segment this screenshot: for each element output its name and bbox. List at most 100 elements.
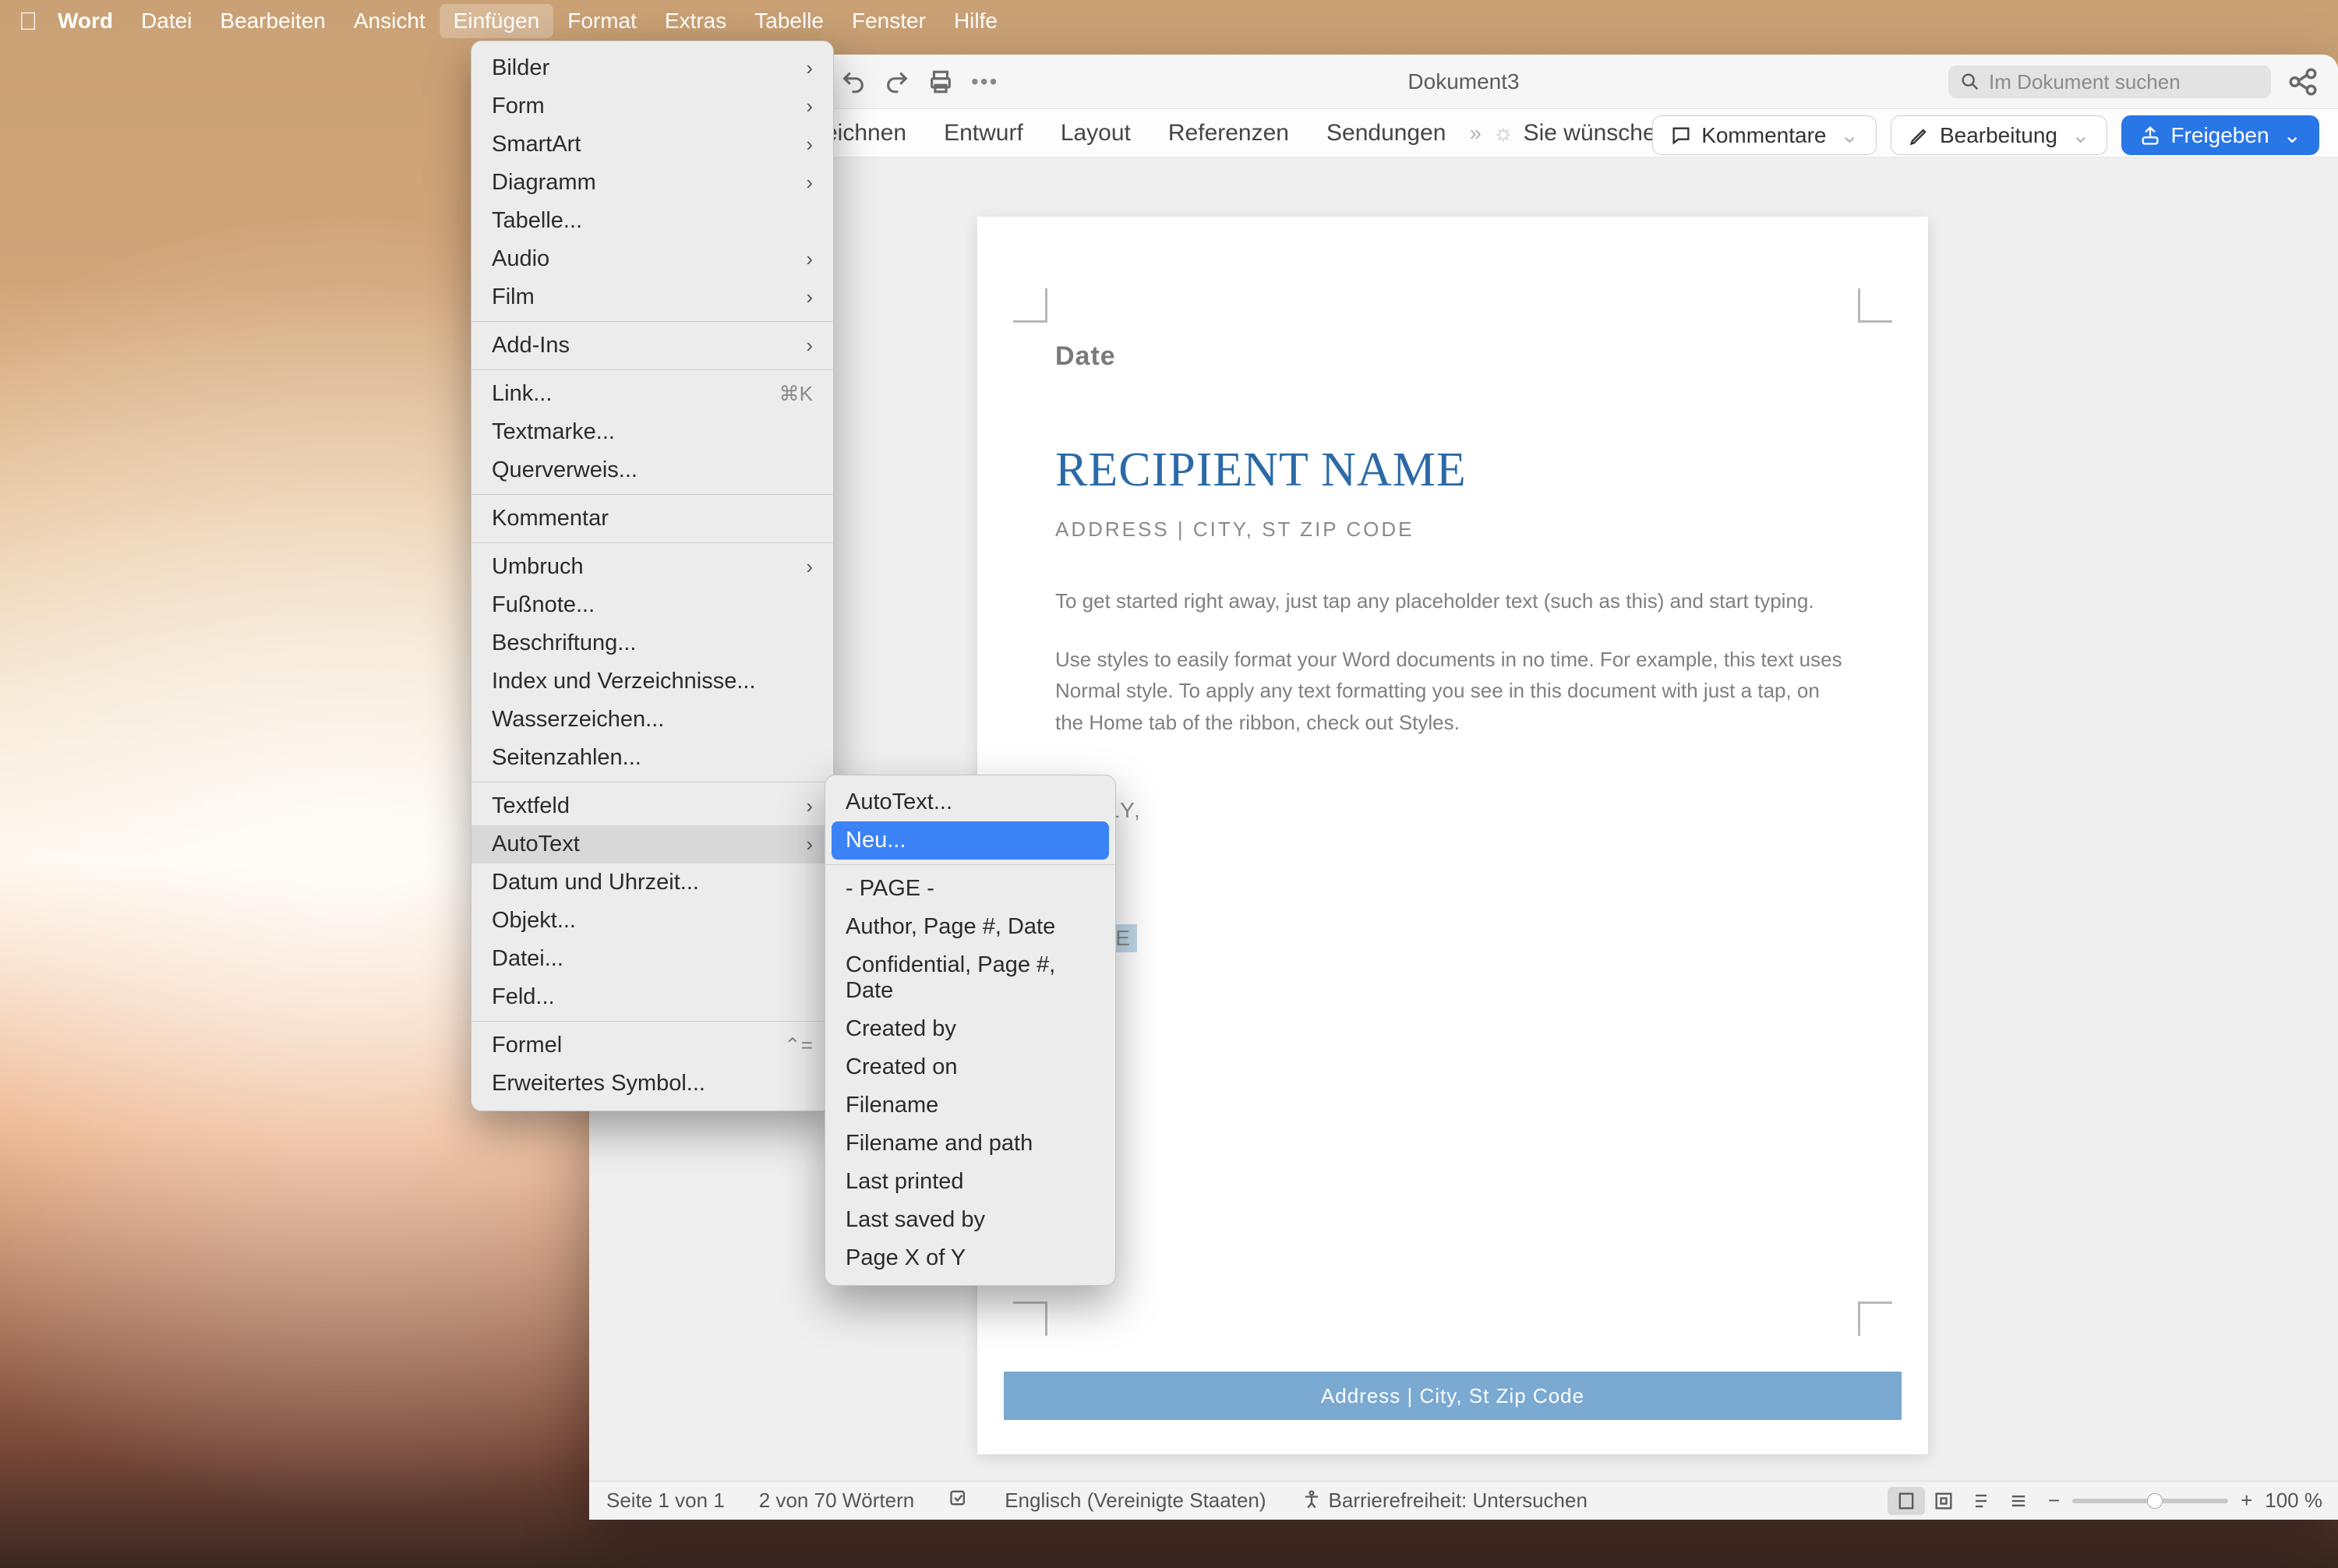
menu-item[interactable]: Confidential, Page #, Date [825,946,1115,1010]
menu-item[interactable]: Last printed [825,1163,1115,1201]
menu-ansicht[interactable]: Ansicht [340,4,440,38]
menu-item[interactable]: Filename and path [825,1125,1115,1163]
menu-shortcut: ⌘K [779,382,813,406]
app-menu[interactable]: Word [44,4,127,38]
menu-item-label: Objekt... [492,908,576,934]
tab-sendungen[interactable]: Sendungen [1308,112,1465,154]
sharepane-icon[interactable] [2287,65,2319,98]
menu-item[interactable]: Filename [825,1086,1115,1125]
menu-item[interactable]: Beschriftung... [471,624,833,662]
view-focus-icon[interactable] [1925,1487,1962,1515]
doc-recipient[interactable]: RECIPIENT NAME [1055,443,1467,498]
crop-mark [1013,1301,1047,1336]
menu-item-label: Author, Page #, Date [846,914,1055,940]
zoom-value[interactable]: 100 % [2265,1489,2322,1513]
menu-item[interactable]: Textfeld› [471,787,833,825]
menu-format[interactable]: Format [553,4,651,38]
document-page[interactable]: Date RECIPIENT NAME ADDRESS | CITY, ST Z… [977,217,1928,1454]
menu-item[interactable]: Querverweis... [471,451,833,489]
menu-item[interactable]: Page X of Y [825,1239,1115,1277]
menu-item[interactable]: Created on [825,1048,1115,1086]
submenu-arrow-icon: › [806,247,813,271]
menu-item-label: Erweitertes Symbol... [492,1071,705,1097]
menu-item[interactable]: Last saved by [825,1201,1115,1239]
comments-button[interactable]: Kommentare ⌄ [1652,115,1877,155]
view-web-icon[interactable] [1962,1487,2000,1515]
menu-extras[interactable]: Extras [651,4,740,38]
menu-item[interactable]: - PAGE - [825,870,1115,908]
menu-item-label: Wasserzeichen... [492,707,664,733]
search-input[interactable]: Im Dokument suchen [1948,65,2271,98]
doc-paragraph[interactable]: Use styles to easily format your Word do… [1055,644,1850,738]
zoom-thumb[interactable] [2147,1493,2163,1509]
status-bar: Seite 1 von 1 2 von 70 Wörtern Englisch … [589,1481,2338,1520]
menu-item[interactable]: Formel⌃= [471,1026,833,1065]
menu-item[interactable]: Form› [471,87,833,125]
tell-me[interactable]: ☼Sie wünschen [1492,120,1669,147]
menu-item-label: Seitenzahlen... [492,745,641,771]
zoom-out-button[interactable]: − [2048,1489,2060,1513]
status-words[interactable]: 2 von 70 Wörtern [742,1489,931,1513]
menu-item-label: Textmarke... [492,419,615,445]
menu-item[interactable]: SmartArt› [471,125,833,164]
tabs-overflow-icon[interactable]: » [1470,121,1482,146]
status-accessibility[interactable]: Barrierefreiheit: Untersuchen [1284,1489,1605,1513]
menu-item[interactable]: Seitenzahlen... [471,739,833,777]
menu-tabelle[interactable]: Tabelle [740,4,838,38]
menu-item[interactable]: AutoText› [471,825,833,863]
menu-item-label: Add-Ins [492,333,570,358]
menu-fenster[interactable]: Fenster [838,4,940,38]
menu-item[interactable]: Author, Page #, Date [825,908,1115,946]
menu-bearbeiten[interactable]: Bearbeiten [206,4,339,38]
doc-date[interactable]: Date [1055,341,1116,372]
menu-item[interactable]: Diagramm› [471,164,833,202]
menu-item[interactable]: Kommentar [471,500,833,538]
menu-item[interactable]: Film› [471,278,833,316]
menu-item[interactable]: Fußnote... [471,586,833,624]
zoom-in-button[interactable]: + [2241,1489,2252,1513]
status-spellcheck-icon[interactable] [931,1487,987,1514]
status-language[interactable]: Englisch (Vereinigte Staaten) [987,1489,1283,1513]
tab-referenzen[interactable]: Referenzen [1150,112,1308,154]
menu-item[interactable]: Tabelle... [471,202,833,240]
search-placeholder: Im Dokument suchen [1989,70,2181,94]
tab-layout[interactable]: Layout [1042,112,1150,154]
view-print-icon[interactable] [1888,1487,1925,1515]
menu-item-label: Datum und Uhrzeit... [492,870,699,895]
apple-menu-icon[interactable]:  [19,7,37,36]
menu-item[interactable]: Bilder› [471,49,833,87]
menu-item[interactable]: Umbruch› [471,548,833,586]
menu-item-label: Filename [846,1093,938,1118]
menu-item[interactable]: Add-Ins› [471,327,833,365]
menu-item-label: Last printed [846,1169,964,1195]
menu-item[interactable]: AutoText... [825,783,1115,821]
doc-address[interactable]: ADDRESS | CITY, ST ZIP CODE [1055,517,1414,542]
menu-item[interactable]: Neu... [832,821,1109,860]
menu-item[interactable]: Erweitertes Symbol... [471,1065,833,1103]
editing-mode-button[interactable]: Bearbeitung ⌄ [1891,115,2107,155]
editing-label: Bearbeitung [1940,123,2057,148]
menu-item[interactable]: Link...⌘K [471,375,833,413]
menu-item[interactable]: Index und Verzeichnisse... [471,662,833,701]
menu-item[interactable]: Created by [825,1010,1115,1048]
chevron-down-icon: ⌄ [2071,122,2089,148]
view-outline-icon[interactable] [2000,1487,2037,1515]
menu-hilfe[interactable]: Hilfe [940,4,1012,38]
chevron-down-icon: ⌄ [2283,122,2301,148]
doc-paragraph[interactable]: To get started right away, just tap any … [1055,586,1850,616]
tab-entwurf[interactable]: Entwurf [925,112,1042,154]
menu-item[interactable]: Wasserzeichen... [471,701,833,739]
doc-footer[interactable]: Address | City, St Zip Code [1004,1372,1902,1420]
menu-datei[interactable]: Datei [127,4,206,38]
menu-autotext-submenu: AutoText...Neu... - PAGE - Author, Page #,… [825,775,1116,1286]
menu-item[interactable]: Textmarke... [471,413,833,451]
zoom-slider[interactable] [2072,1499,2228,1503]
share-button[interactable]: Freigeben ⌄ [2121,115,2319,155]
menu-einfuegen[interactable]: Einfügen [440,4,554,38]
menu-item[interactable]: Feld... [471,978,833,1016]
menu-item[interactable]: Datum und Uhrzeit... [471,863,833,902]
menu-item[interactable]: Audio› [471,240,833,278]
menu-item[interactable]: Objekt... [471,902,833,940]
status-page[interactable]: Seite 1 von 1 [589,1489,742,1513]
menu-item[interactable]: Datei... [471,940,833,978]
